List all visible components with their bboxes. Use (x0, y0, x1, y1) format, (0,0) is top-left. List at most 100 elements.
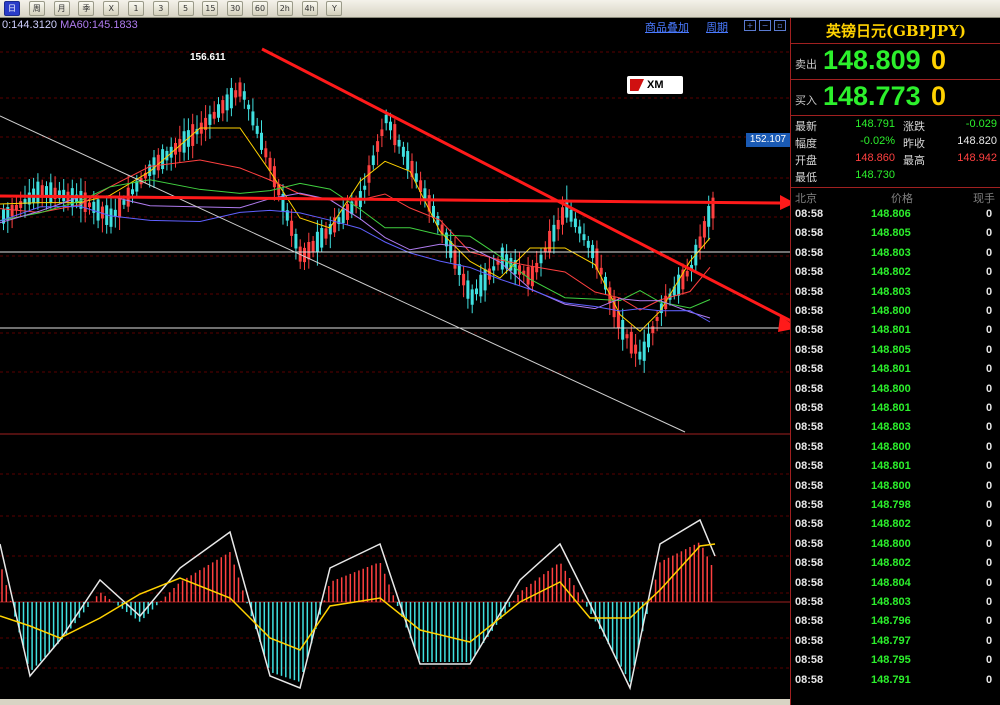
candle-body (651, 326, 655, 334)
tick-time: 08:58 (795, 285, 824, 298)
tick-row[interactable]: 08:58 148.803 0 (791, 283, 1000, 302)
tick-row[interactable]: 08:58 148.803 0 (791, 244, 1000, 263)
tick-price: 148.803 (871, 246, 911, 259)
price-chart-canvas[interactable] (0, 18, 790, 705)
amplitude-value: -0.02% (860, 135, 895, 147)
tick-volume: 0 (986, 557, 993, 570)
candle-body (118, 198, 122, 218)
ma30-value: 0:144.3120 (2, 19, 58, 31)
candle-body (268, 157, 272, 171)
tick-row[interactable]: 08:58 148.796 0 (791, 612, 1000, 631)
candle-body (685, 270, 689, 277)
tick-row[interactable]: 08:58 148.801 0 (791, 399, 1000, 418)
tick-row[interactable]: 08:58 148.791 0 (791, 671, 1000, 690)
tick-row[interactable]: 08:58 148.801 0 (791, 360, 1000, 379)
candle-body (406, 151, 410, 170)
period-button-day[interactable]: 日 (4, 1, 20, 16)
tick-row[interactable]: 08:58 148.805 0 (791, 341, 1000, 360)
period-button-4h[interactable]: 4h (301, 1, 318, 16)
tick-row[interactable]: 08:58 148.800 0 (791, 302, 1000, 321)
candle-body (569, 209, 573, 222)
xm-logo-icon (630, 79, 644, 91)
tick-time: 08:58 (795, 596, 824, 608)
candle-body (96, 199, 100, 221)
tick-row[interactable]: 08:58 148.801 0 (791, 457, 1000, 476)
tick-price: 148.803 (871, 421, 911, 434)
period-button-2h[interactable]: 2h (276, 1, 293, 16)
period-button-month[interactable]: 月 (53, 1, 70, 16)
tick-row[interactable]: 08:58 148.806 0 (791, 205, 1000, 224)
zoom-out-icon[interactable]: − (759, 20, 771, 31)
sell-price: 148.809 (823, 45, 921, 75)
tick-row[interactable]: 08:58 148.805 0 (791, 224, 1000, 243)
tick-time: 08:58 (795, 537, 824, 550)
tick-volume: 0 (986, 402, 993, 414)
tick-row[interactable]: 08:58 148.795 0 (791, 651, 1000, 670)
candle-body (552, 224, 556, 242)
tick-row[interactable]: 08:58 148.798 0 (791, 496, 1000, 515)
period-button-1min[interactable]: 1 (128, 1, 144, 16)
candle-body (320, 228, 324, 248)
tick-price: 148.802 (871, 557, 911, 570)
tick-price: 148.801 (871, 460, 911, 473)
tick-row[interactable]: 08:58 148.803 0 (791, 418, 1000, 437)
period-button-3min[interactable]: 3 (152, 1, 169, 16)
period-button-15min[interactable]: 15 (202, 1, 219, 16)
tick-row[interactable]: 08:58 148.802 0 (791, 263, 1000, 282)
period-button-year[interactable]: Y (326, 1, 343, 16)
tick-volume: 0 (986, 208, 993, 220)
moving-average-readout: 0:144.3120 MA60:145.1833 (2, 19, 138, 31)
tick-price: 148.797 (871, 634, 911, 647)
period-button-5min[interactable]: 5 (177, 1, 194, 16)
tick-volume: 0 (986, 596, 993, 608)
period-button-week[interactable]: 周 (28, 1, 45, 16)
candle-body (264, 148, 268, 158)
tick-row[interactable]: 08:58 148.800 0 (791, 477, 1000, 496)
tick-price: 148.798 (871, 499, 911, 511)
candle-body (376, 141, 380, 152)
tick-row[interactable]: 08:58 148.800 0 (791, 535, 1000, 554)
candle-body (702, 221, 706, 238)
zoom-in-icon[interactable]: + (744, 20, 756, 31)
tick-price: 148.801 (871, 324, 911, 337)
sell-quote-row[interactable]: 卖出 148.809 0 (791, 44, 1000, 80)
tick-row[interactable]: 08:58 148.804 0 (791, 574, 1000, 593)
tick-volume: 0 (986, 324, 993, 337)
layout-icon[interactable]: ▫ (774, 20, 786, 31)
period-button-quarter[interactable]: 季 (78, 1, 95, 16)
tick-row[interactable]: 08:58 148.802 0 (791, 554, 1000, 573)
tick-row[interactable]: 08:58 148.803 0 (791, 593, 1000, 612)
tick-list-header: 北京 价格 现手 (791, 188, 1000, 205)
tick-time: 08:58 (795, 576, 824, 589)
prev-close-value: 148.820 (957, 135, 997, 147)
tick-row[interactable]: 08:58 148.800 0 (791, 380, 1000, 399)
candle-body (247, 104, 251, 110)
tick-time: 08:58 (795, 557, 824, 570)
candle-body (229, 87, 233, 109)
tick-volume: 0 (986, 479, 993, 492)
period-button-60min[interactable]: 60 (252, 1, 268, 16)
candle-body (539, 254, 543, 264)
tick-row[interactable]: 08:58 148.802 0 (791, 515, 1000, 534)
tick-row[interactable]: 08:58 148.801 0 (791, 321, 1000, 340)
candlestick-chart-area[interactable] (0, 18, 790, 705)
prev-close-label: 昨收 (903, 138, 925, 150)
overlay-commodity-link[interactable]: 商品叠加 (645, 19, 689, 35)
period-button-30min[interactable]: 30 (227, 1, 244, 16)
tick-volume: 0 (986, 382, 993, 395)
tick-price: 148.801 (871, 363, 911, 376)
candle-body (290, 220, 294, 236)
buy-quote-row[interactable]: 买入 148.773 0 (791, 80, 1000, 116)
period-link[interactable]: 周期 (706, 19, 728, 35)
tick-volume: 0 (986, 673, 993, 686)
tick-price: 148.805 (871, 343, 911, 356)
candle-body (109, 208, 113, 227)
latest-label: 最新 (795, 121, 817, 133)
tick-row[interactable]: 08:58 148.797 0 (791, 632, 1000, 651)
tick-time: 08:58 (795, 634, 824, 647)
horizontal-scrollbar[interactable] (0, 699, 790, 705)
candle-body (371, 155, 375, 166)
tick-volume: 0 (986, 634, 993, 647)
period-button-x[interactable]: X (103, 1, 120, 16)
tick-row[interactable]: 08:58 148.800 0 (791, 438, 1000, 457)
